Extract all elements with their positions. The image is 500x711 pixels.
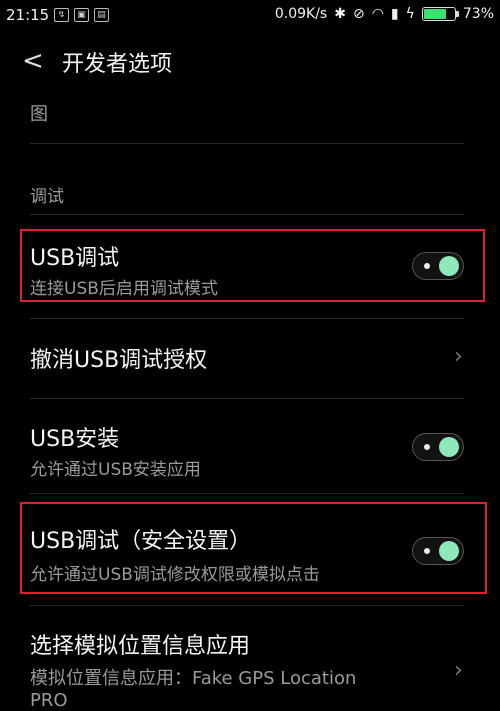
toggle-knob (439, 541, 459, 561)
status-time: 21:15 (6, 6, 50, 24)
setting-usb-install[interactable]: USB安装 允许通过USB安装应用 (0, 405, 500, 493)
usb-install-toggle[interactable] (412, 433, 464, 461)
setting-usb-debugging-security[interactable]: USB调试（安全设置） 允许通过USB调试修改权限或模拟点击 (0, 505, 500, 595)
divider (30, 398, 464, 399)
setting-subtitle: 允许通过USB调试修改权限或模拟点击 (30, 565, 320, 585)
previous-item-fragment: 图 (30, 104, 48, 125)
android-debug-icon: ▣ (74, 8, 89, 22)
page-title: 开发者选项 (62, 52, 173, 77)
back-icon[interactable]: < (22, 46, 44, 76)
message-icon: ▤ (94, 8, 109, 22)
setting-subtitle-line1: 模拟位置信息应用：Fake GPS Location (30, 668, 357, 689)
divider (30, 318, 464, 319)
status-bar: 21:15 ↯ ▣ ▤ 0.09K/s ✱ ⊘ ◠ ▮ ϟ 73% (0, 0, 500, 30)
network-speed: 0.09K/s (274, 6, 328, 22)
battery-fill (423, 9, 446, 19)
setting-subtitle: 允许通过USB安装应用 (30, 460, 201, 480)
divider (30, 605, 464, 606)
chevron-right-icon: › (454, 344, 463, 369)
setting-title: 选择模拟位置信息应用 (30, 634, 251, 659)
toggle-dot (424, 263, 430, 269)
setting-subtitle-line2: PRO (30, 690, 68, 711)
setting-revoke-usb-auth[interactable]: 撤消USB调试授权 › (0, 320, 500, 396)
usb-debugging-security-toggle[interactable] (412, 537, 464, 565)
setting-title: USB安装 (30, 427, 120, 452)
toggle-knob (439, 256, 459, 276)
bluetooth-icon: ✱ (334, 6, 346, 22)
divider (30, 214, 464, 215)
setting-title: 撤消USB调试授权 (30, 348, 208, 373)
setting-subtitle: 连接USB后启用调试模式 (30, 279, 218, 299)
charging-icon: ϟ (405, 6, 415, 22)
setting-title: USB调试（安全设置） (30, 529, 252, 554)
mute-icon: ⊘ (352, 6, 365, 22)
setting-usb-debugging[interactable]: USB调试 连接USB后启用调试模式 (0, 230, 500, 302)
chevron-right-icon: › (454, 658, 463, 683)
usb-debugging-toggle[interactable] (412, 252, 464, 280)
status-right-group: 0.09K/s ✱ ⊘ ◠ ▮ ϟ 73% (275, 6, 494, 22)
signal-icon: ▮ (390, 6, 399, 22)
setting-title: USB调试 (30, 246, 120, 271)
toggle-dot (424, 548, 430, 554)
battery-icon (421, 7, 459, 21)
section-title-debug: 调试 (30, 187, 64, 207)
toggle-dot (424, 444, 430, 450)
app-header: < 开发者选项 (0, 30, 500, 90)
divider (30, 143, 464, 144)
setting-mock-location-app[interactable]: 选择模拟位置信息应用 模拟位置信息应用：Fake GPS Location PR… (0, 612, 500, 711)
battery-percent: 73% (462, 6, 494, 22)
wifi-icon: ◠ (371, 6, 384, 22)
notification-icon: ↯ (54, 8, 69, 22)
divider (30, 493, 464, 494)
toggle-knob (439, 437, 459, 457)
